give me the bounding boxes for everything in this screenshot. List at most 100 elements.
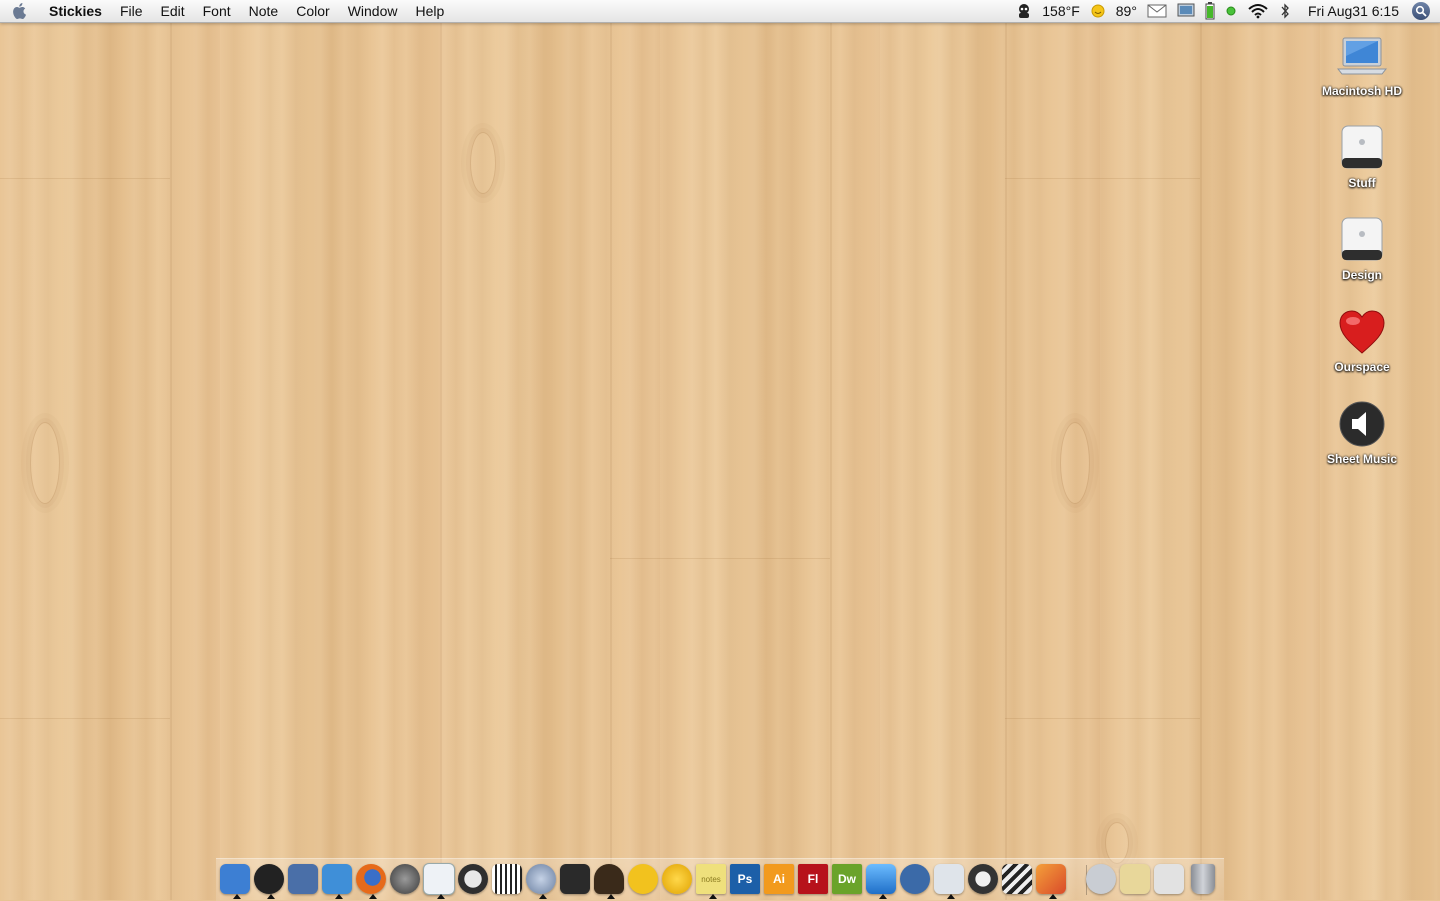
dock-item-toolkit-app[interactable] [1034,861,1068,899]
dock-item-camera-app[interactable] [558,861,592,897]
menu-extras: 158°F 89° Fri Aug31 6:15 [1011,0,1440,22]
illustrator-icon: Ai [764,864,794,894]
dock-item-documents-stack[interactable] [1118,861,1152,897]
plank-cut [1005,718,1200,719]
desktop-icon-label: Design [1341,268,1382,282]
dock-item-applications-stack[interactable] [1152,861,1186,897]
dock-item-textedit[interactable] [422,861,456,899]
dock-item-clapper-app[interactable] [1000,861,1034,897]
menu-app-name[interactable]: Stickies [40,0,111,22]
dock-item-flash[interactable]: Fl [796,861,830,897]
menu-color[interactable]: Color [287,0,338,22]
textedit-icon [423,863,455,895]
menu-file[interactable]: File [111,0,152,22]
plank-cut [610,558,830,559]
desktop-icon-label: Sheet Music [1326,452,1398,466]
dock-item-dashboard[interactable] [252,861,286,899]
temperature-monitor-icon[interactable] [1011,0,1037,22]
clock[interactable]: Fri Aug31 6:15 [1296,0,1404,22]
weather-icon[interactable] [1085,0,1111,22]
speaker-icon [1334,398,1390,450]
dock-item-wacom-app[interactable] [864,861,898,899]
dock-item-mail[interactable] [320,861,354,899]
tools-icon [900,864,930,894]
battery-icon[interactable] [1200,0,1220,22]
plank-seam [1005,22,1007,900]
running-indicator [947,894,955,899]
applications-stack-icon [1154,864,1184,894]
clapperboard-icon [1002,864,1032,894]
dock-item-system-preferences[interactable] [388,861,422,897]
smiley-icon [662,864,692,894]
external-drive-icon [1334,122,1390,174]
quicktime-icon [458,864,488,894]
firefox-icon [356,864,386,894]
desktop-icon-stuff[interactable]: Stuff [1307,122,1417,190]
dock: notes Ps Ai Fl Dw [216,858,1224,901]
plank-seam [830,22,832,900]
running-indicator [437,894,445,899]
dock-item-illustrator[interactable]: Ai [762,861,796,897]
dashboard-icon [254,864,284,894]
desktop-icon-sheet-music[interactable]: Sheet Music [1307,398,1417,466]
documents-stack-icon [1120,864,1150,894]
spotlight-icon[interactable] [1412,2,1430,20]
plank-cut [1005,178,1200,179]
running-indicator [607,894,615,899]
dock-item-firefox[interactable] [354,861,388,899]
dock-item-duck-app[interactable] [626,861,660,897]
bluetooth-icon[interactable] [1274,0,1296,22]
plank-seam [1200,22,1202,900]
dock-item-itunes[interactable] [524,861,558,899]
plank-seam [610,22,612,900]
dock-item-trash[interactable] [1186,861,1220,897]
dock-item-photo-app[interactable] [286,861,320,897]
dock-item-quicktime[interactable] [456,861,490,897]
laptop-icon [1334,30,1390,82]
menu-help[interactable]: Help [406,0,453,22]
desktop-icon-label: Stuff [1348,176,1376,190]
dock-item-writing-app[interactable] [932,861,966,899]
wood-knot [470,132,496,194]
running-indicator [267,894,275,899]
dock-item-chat-app[interactable] [592,861,626,899]
finder-icon [220,864,250,894]
photoshop-icon: Ps [730,864,760,894]
dock-item-tools-app[interactable] [898,861,932,897]
flash-icon: Fl [798,864,828,894]
wood-knot [30,422,60,504]
cpu-temperature[interactable]: 158°F [1037,0,1085,22]
desktop-icon-ourspace[interactable]: Ourspace [1307,306,1417,374]
menu-window[interactable]: Window [339,0,407,22]
trash-icon [1191,864,1215,894]
dock-item-yahoo-messenger[interactable] [660,861,694,897]
running-indicator [1049,894,1057,899]
menu-edit[interactable]: Edit [152,0,194,22]
system-preferences-icon [390,864,420,894]
plank-seam [440,22,442,900]
photo-app-icon [288,864,318,894]
desktop-icon-label: Macintosh HD [1321,84,1402,98]
external-drive-icon [1334,214,1390,266]
dock-item-photoshop[interactable]: Ps [728,861,762,897]
dock-item-keyboard-app[interactable] [490,861,524,897]
dock-item-dreamweaver[interactable]: Dw [830,861,864,897]
sync-icon [968,864,998,894]
dreamweaver-icon: Dw [832,864,862,894]
dock-item-stickies[interactable]: notes [694,861,728,899]
menu-font[interactable]: Font [194,0,240,22]
status-dot-icon[interactable] [1220,0,1242,22]
weather-temperature[interactable]: 89° [1111,0,1142,22]
mail-icon[interactable] [1142,0,1172,22]
dock-item-finder[interactable] [218,861,252,899]
wifi-icon[interactable] [1242,0,1274,22]
menu-note[interactable]: Note [240,0,288,22]
desktop-icon-macintosh-hd[interactable]: Macintosh HD [1307,30,1417,98]
dock-item-downloads-stack[interactable] [1084,861,1118,897]
desktop-background [0,22,1440,900]
desktop-icon-design[interactable]: Design [1307,214,1417,282]
dock-item-sync-app[interactable] [966,861,1000,897]
running-indicator [335,894,343,899]
display-icon[interactable] [1172,0,1200,22]
apple-menu-icon[interactable] [0,0,40,22]
